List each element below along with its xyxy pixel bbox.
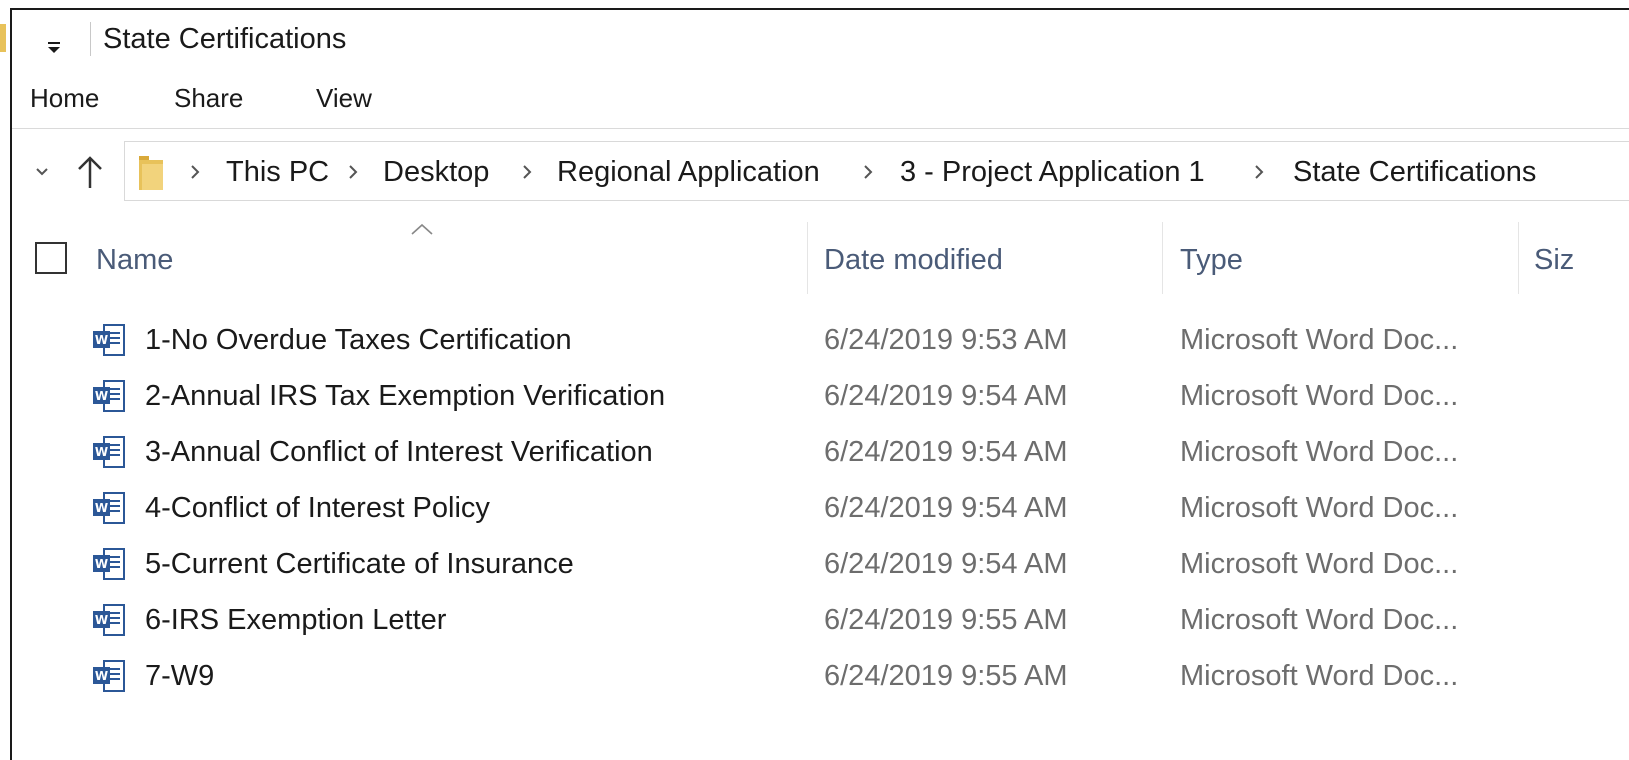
- word-document-icon: W: [93, 380, 125, 412]
- svg-text:W: W: [95, 445, 108, 459]
- file-date-modified: 6/24/2019 9:54 AM: [824, 492, 1068, 524]
- svg-text:W: W: [95, 669, 108, 683]
- folder-icon: [139, 156, 163, 190]
- breadcrumb-this-pc[interactable]: This PC: [226, 152, 329, 192]
- file-name: 3-Annual Conflict of Interest Verificati…: [145, 436, 653, 468]
- file-name: 5-Current Certificate of Insurance: [145, 548, 574, 580]
- file-date-modified: 6/24/2019 9:55 AM: [824, 604, 1068, 636]
- toolbar-separator: [90, 22, 91, 56]
- ribbon-tabs: Home Share View: [12, 78, 1629, 122]
- file-type: Microsoft Word Doc...: [1180, 492, 1459, 524]
- ribbon-divider: [12, 128, 1629, 129]
- sort-ascending-caret-icon: [411, 223, 433, 235]
- address-bar[interactable]: This PC Desktop Regional Application 3 -…: [124, 141, 1629, 201]
- word-document-icon: W: [93, 436, 125, 468]
- column-header-date-modified[interactable]: Date modified: [824, 240, 1003, 280]
- title-bar: State Certifications: [12, 10, 1629, 70]
- file-date-modified: 6/24/2019 9:53 AM: [824, 324, 1068, 356]
- file-date-modified: 6/24/2019 9:54 AM: [824, 380, 1068, 412]
- column-header-name[interactable]: Name: [96, 240, 173, 280]
- file-type: Microsoft Word Doc...: [1180, 548, 1459, 580]
- breadcrumb-chevron-right-icon[interactable]: [347, 160, 359, 184]
- svg-text:W: W: [95, 389, 108, 403]
- file-name: 1-No Overdue Taxes Certification: [145, 324, 572, 356]
- word-document-icon: W: [93, 604, 125, 636]
- svg-text:W: W: [95, 557, 108, 571]
- file-type: Microsoft Word Doc...: [1180, 660, 1459, 692]
- column-divider[interactable]: [807, 222, 808, 294]
- quick-access-toolbar-dropdown-icon[interactable]: [42, 36, 66, 60]
- svg-text:W: W: [95, 613, 108, 627]
- word-document-icon: W: [93, 548, 125, 580]
- breadcrumb-state-certifications[interactable]: State Certifications: [1293, 152, 1536, 192]
- word-document-icon: W: [93, 492, 125, 524]
- breadcrumb-chevron-right-icon[interactable]: [1253, 160, 1265, 184]
- select-all-checkbox[interactable]: [35, 242, 67, 274]
- tab-share[interactable]: Share: [174, 78, 243, 118]
- folder-icon-sliver: [0, 24, 6, 52]
- file-date-modified: 6/24/2019 9:55 AM: [824, 660, 1068, 692]
- svg-text:W: W: [95, 333, 108, 347]
- file-row[interactable]: W 2-Annual IRS Tax Exemption Verificatio…: [12, 368, 1629, 424]
- file-type: Microsoft Word Doc...: [1180, 436, 1459, 468]
- file-type: Microsoft Word Doc...: [1180, 380, 1459, 412]
- word-document-icon: W: [93, 324, 125, 356]
- column-header-size[interactable]: Siz: [1534, 240, 1574, 280]
- up-arrow-icon[interactable]: [72, 152, 108, 192]
- tab-home[interactable]: Home: [30, 78, 99, 118]
- file-row[interactable]: W 5-Current Certificate of Insurance 6/2…: [12, 536, 1629, 592]
- navigation-bar: This PC Desktop Regional Application 3 -…: [12, 138, 1629, 204]
- file-type: Microsoft Word Doc...: [1180, 604, 1459, 636]
- recent-locations-chevron-down-icon[interactable]: [30, 158, 54, 186]
- breadcrumb-regional-application[interactable]: Regional Application: [557, 152, 820, 192]
- file-row[interactable]: W 6-IRS Exemption Letter 6/24/2019 9:55 …: [12, 592, 1629, 648]
- file-name: 6-IRS Exemption Letter: [145, 604, 447, 636]
- window-title: State Certifications: [103, 23, 347, 55]
- breadcrumb-chevron-right-icon[interactable]: [862, 160, 874, 184]
- svg-text:W: W: [95, 501, 108, 515]
- file-row[interactable]: W 1-No Overdue Taxes Certification 6/24/…: [12, 312, 1629, 368]
- file-row[interactable]: W 7-W9 6/24/2019 9:55 AM Microsoft Word …: [12, 648, 1629, 704]
- column-header-row: Name Date modified Type Siz: [12, 222, 1629, 294]
- breadcrumb-chevron-right-icon[interactable]: [189, 160, 201, 184]
- file-date-modified: 6/24/2019 9:54 AM: [824, 436, 1068, 468]
- column-divider[interactable]: [1162, 222, 1163, 294]
- column-header-type[interactable]: Type: [1180, 240, 1243, 280]
- breadcrumb-desktop[interactable]: Desktop: [383, 152, 489, 192]
- file-name: 2-Annual IRS Tax Exemption Verification: [145, 380, 666, 412]
- file-type: Microsoft Word Doc...: [1180, 324, 1459, 356]
- file-name: 7-W9: [145, 660, 215, 692]
- file-name: 4-Conflict of Interest Policy: [145, 492, 490, 524]
- word-document-icon: W: [93, 660, 125, 692]
- tab-view[interactable]: View: [316, 78, 372, 118]
- column-divider[interactable]: [1518, 222, 1519, 294]
- file-row[interactable]: W 4-Conflict of Interest Policy 6/24/201…: [12, 480, 1629, 536]
- breadcrumb-project-application[interactable]: 3 - Project Application 1: [900, 152, 1205, 192]
- file-date-modified: 6/24/2019 9:54 AM: [824, 548, 1068, 580]
- file-explorer-window: State Certifications Home Share View Thi…: [0, 0, 1629, 760]
- file-row[interactable]: W 3-Annual Conflict of Interest Verifica…: [12, 424, 1629, 480]
- breadcrumb-chevron-right-icon[interactable]: [521, 160, 533, 184]
